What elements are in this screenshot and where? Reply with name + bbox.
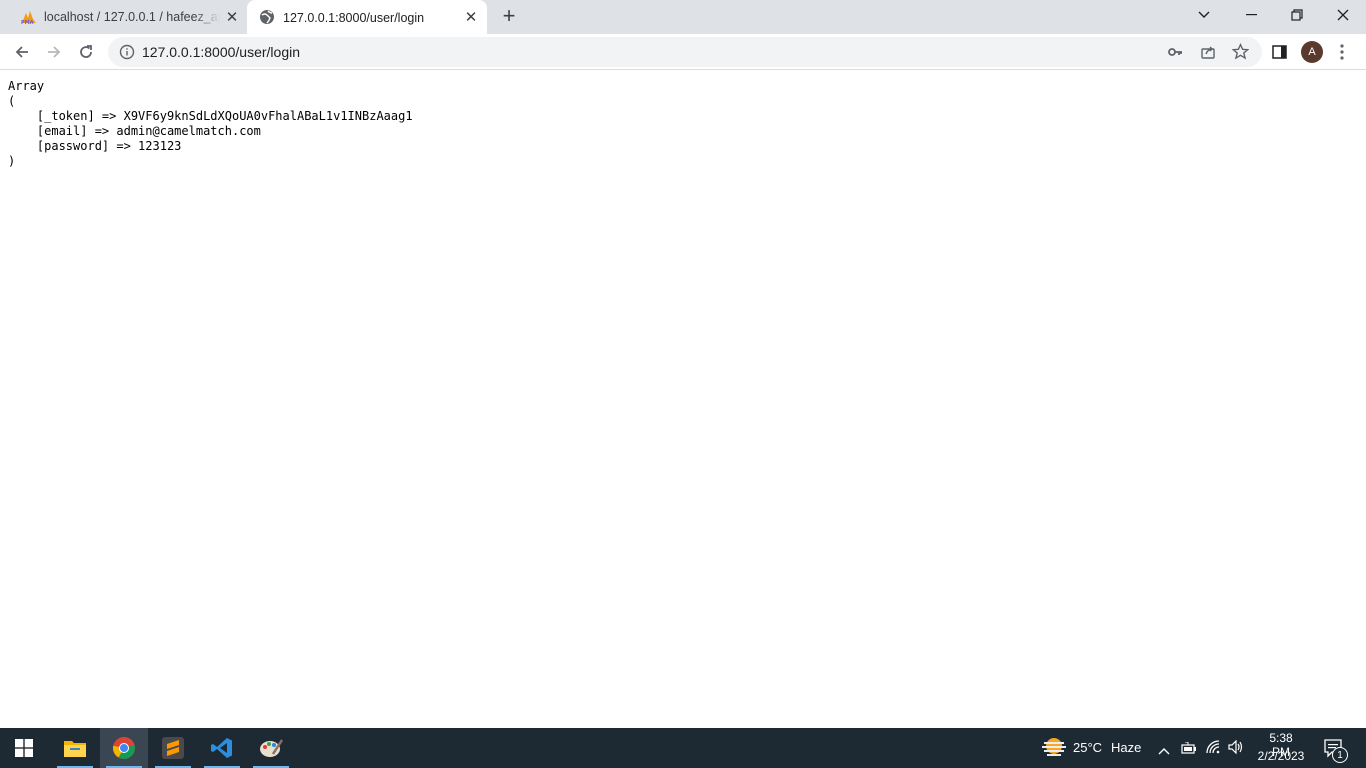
phpmyadmin-icon: PMA	[20, 9, 36, 26]
chevron-up-icon[interactable]	[1158, 742, 1170, 760]
reload-icon	[80, 45, 92, 58]
tab-phpmyadmin[interactable]: PMA localhost / 127.0.0.1 / hafeez_app ✕	[8, 0, 246, 34]
arrow-left-icon	[15, 46, 28, 58]
battery-icon[interactable]	[1181, 741, 1197, 759]
notification-badge: 1	[1332, 747, 1348, 763]
taskbar-chrome[interactable]	[100, 728, 148, 768]
close-icon[interactable]: ✕	[224, 9, 240, 26]
close-icon	[1337, 9, 1349, 21]
chrome-icon	[112, 737, 135, 759]
paint-icon	[260, 739, 283, 757]
reload-button[interactable]	[72, 38, 100, 66]
weather-haze-icon[interactable]	[1041, 736, 1067, 765]
minimize-button[interactable]	[1228, 0, 1274, 30]
svg-text:PMA: PMA	[21, 20, 34, 25]
share-icon[interactable]	[1200, 44, 1216, 65]
profile-avatar[interactable]: A	[1301, 41, 1323, 63]
tab-user-login[interactable]: 127.0.0.1:8000/user/login ✕	[247, 0, 487, 36]
page-content: Array ( [_token] => X9VF6y9knSdLdXQoUA0v…	[0, 71, 1366, 728]
close-window-button[interactable]	[1320, 0, 1366, 30]
chevron-down-icon	[1198, 11, 1210, 18]
arrow-right-icon	[48, 46, 61, 58]
file-explorer-icon	[64, 741, 86, 757]
minimize-icon	[1245, 14, 1257, 16]
taskbar-sublime-text[interactable]	[149, 728, 197, 768]
windows-taskbar: 25°C Haze 5:38 PM 2/2/2023 1	[0, 728, 1366, 768]
back-button[interactable]	[8, 38, 36, 66]
taskbar-file-explorer[interactable]	[51, 728, 99, 768]
new-tab-button[interactable]: +	[498, 5, 520, 27]
url-text[interactable]: 127.0.0.1:8000/user/login	[142, 44, 300, 60]
taskbar-vscode[interactable]	[198, 728, 246, 768]
close-icon[interactable]: ✕	[463, 9, 479, 26]
info-icon[interactable]	[119, 44, 135, 65]
clock-date[interactable]: 2/2/2023	[1256, 749, 1306, 763]
forward-button[interactable]	[40, 38, 68, 66]
wifi-icon[interactable]	[1206, 740, 1222, 759]
volume-icon[interactable]	[1228, 739, 1244, 759]
weather-temperature[interactable]: 25°C	[1073, 740, 1102, 755]
browser-toolbar: 127.0.0.1:8000/user/login A	[0, 34, 1366, 70]
vscode-icon	[211, 738, 232, 758]
globe-icon	[259, 9, 275, 25]
bookmark-star-icon[interactable]	[1231, 42, 1250, 65]
side-panel-icon[interactable]	[1272, 45, 1287, 64]
tab-title: localhost / 127.0.0.1 / hafeez_app	[44, 10, 220, 24]
restore-button[interactable]	[1274, 0, 1320, 30]
address-bar[interactable]: 127.0.0.1:8000/user/login	[108, 37, 1262, 67]
start-button[interactable]	[0, 728, 48, 768]
weather-condition[interactable]: Haze	[1111, 740, 1141, 755]
menu-icon[interactable]	[1340, 44, 1344, 65]
array-dump-output: Array ( [_token] => X9VF6y9knSdLdXQoUA0v…	[8, 79, 413, 168]
taskbar-paint[interactable]	[247, 728, 295, 768]
tab-title: 127.0.0.1:8000/user/login	[283, 11, 425, 25]
tab-strip: PMA localhost / 127.0.0.1 / hafeez_app ✕…	[0, 0, 1366, 36]
restore-icon	[1291, 9, 1303, 21]
windows-start-icon	[15, 739, 33, 757]
sublime-text-icon	[162, 737, 184, 759]
key-icon[interactable]	[1167, 44, 1183, 65]
tab-search-button[interactable]	[1181, 0, 1227, 30]
